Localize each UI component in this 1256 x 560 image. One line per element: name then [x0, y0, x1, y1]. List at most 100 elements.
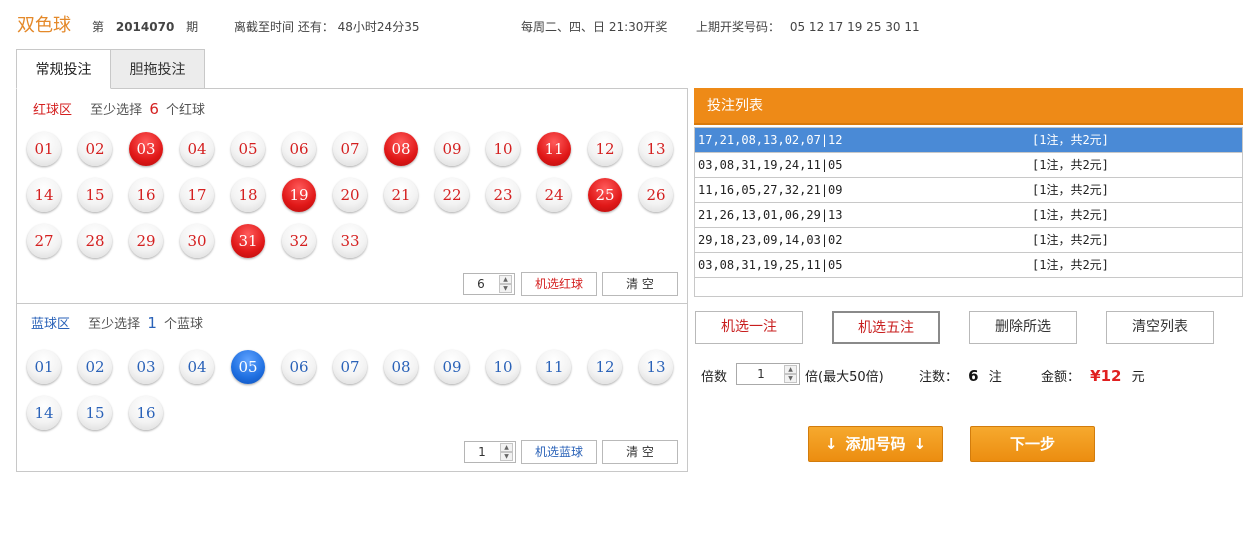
- tab-banker-bet[interactable]: 胆拖投注: [110, 49, 205, 89]
- blue-ball[interactable]: 10: [486, 350, 520, 384]
- arrow-down-icon: ↓: [913, 435, 927, 453]
- blue-ball[interactable]: 06: [282, 350, 316, 384]
- delete-selected-button[interactable]: 删除所选: [969, 311, 1077, 344]
- red-ball[interactable]: 22: [435, 178, 469, 212]
- random-five-button[interactable]: 机选五注: [832, 311, 940, 344]
- random-blue-button[interactable]: 机选蓝球: [521, 440, 597, 464]
- blue-ball[interactable]: 09: [435, 350, 469, 384]
- blue-ball[interactable]: 08: [384, 350, 418, 384]
- clear-red-button[interactable]: 清 空: [602, 272, 678, 296]
- blue-zone-min: 1: [147, 314, 157, 332]
- decrement-icon[interactable]: ▼: [784, 374, 797, 383]
- blue-zone-label: 蓝球区: [31, 317, 71, 332]
- red-ball[interactable]: 27: [27, 224, 61, 258]
- bet-numbers: 03,08,31,19,24,11|05: [698, 158, 843, 172]
- bet-list-row[interactable]: 17,21,08,13,02,07|12 [1注，共2元]: [695, 128, 1242, 153]
- red-ball[interactable]: 31: [231, 224, 265, 258]
- decrement-icon[interactable]: ▼: [499, 284, 512, 293]
- blue-ball[interactable]: 14: [27, 396, 61, 430]
- blue-ball[interactable]: 04: [180, 350, 214, 384]
- bet-count-cost: [1注，共2元]: [1032, 158, 1109, 172]
- increment-icon[interactable]: ▲: [500, 443, 513, 452]
- amount-value: ¥12: [1090, 367, 1122, 385]
- clear-blue-button[interactable]: 清 空: [602, 440, 678, 464]
- red-ball[interactable]: 17: [180, 178, 214, 212]
- red-ball[interactable]: 24: [537, 178, 571, 212]
- blue-ball[interactable]: 11: [537, 350, 571, 384]
- random-red-button[interactable]: 机选红球: [521, 272, 597, 296]
- red-ball[interactable]: 23: [486, 178, 520, 212]
- last-draw-label: 上期开奖号码：: [696, 20, 781, 34]
- bet-list-row[interactable]: 03,08,31,19,25,11|05 [1注，共2元]: [695, 253, 1242, 278]
- red-ball[interactable]: 07: [333, 132, 367, 166]
- red-ball[interactable]: 05: [231, 132, 265, 166]
- red-ball[interactable]: 03: [129, 132, 163, 166]
- red-ball[interactable]: 15: [78, 178, 112, 212]
- bet-numbers: 17,21,08,13,02,07|12: [698, 133, 843, 147]
- blue-ball[interactable]: 01: [27, 350, 61, 384]
- tab-regular-bet[interactable]: 常规投注: [16, 49, 111, 89]
- last-draw: 上期开奖号码： 05 12 17 19 25 30 11: [696, 18, 920, 35]
- red-ball[interactable]: 30: [180, 224, 214, 258]
- blue-ball[interactable]: 13: [639, 350, 673, 384]
- blue-ball[interactable]: 07: [333, 350, 367, 384]
- ball-selection-panel: 红球区 至少选择 6 个红球 01 02 03 04 05 06 07 08 09 10 11 12 1…: [16, 88, 688, 472]
- increment-icon[interactable]: ▲: [784, 365, 797, 374]
- blue-zone-hint-suffix: 个蓝球: [164, 317, 204, 332]
- red-ball[interactable]: 18: [231, 178, 265, 212]
- red-ball[interactable]: 19: [282, 178, 316, 212]
- red-ball[interactable]: 10: [486, 132, 520, 166]
- blue-ball[interactable]: 12: [588, 350, 622, 384]
- random-one-button[interactable]: 机选一注: [695, 311, 803, 344]
- red-ball[interactable]: 09: [435, 132, 469, 166]
- bet-list-header: 投注列表: [694, 88, 1243, 125]
- red-ball[interactable]: 20: [333, 178, 367, 212]
- clear-list-button[interactable]: 清空列表: [1106, 311, 1214, 344]
- red-ball[interactable]: 16: [129, 178, 163, 212]
- red-ball[interactable]: 13: [639, 132, 673, 166]
- red-ball[interactable]: 26: [639, 178, 673, 212]
- bet-count-cost: [1注，共2元]: [1032, 233, 1109, 247]
- bet-list-row[interactable]: 29,18,23,09,14,03|02 [1注，共2元]: [695, 228, 1242, 253]
- bet-count-unit: 注: [988, 370, 1002, 385]
- bet-list-row[interactable]: 21,26,13,01,06,29|13 [1注，共2元]: [695, 203, 1242, 228]
- add-numbers-button[interactable]: ↓ 添加号码 ↓: [808, 426, 943, 462]
- red-ball[interactable]: 33: [333, 224, 367, 258]
- next-step-button[interactable]: 下一步: [970, 426, 1095, 462]
- red-ball[interactable]: 29: [129, 224, 163, 258]
- red-ball[interactable]: 08: [384, 132, 418, 166]
- blue-ball[interactable]: 15: [78, 396, 112, 430]
- red-ball[interactable]: 25: [588, 178, 622, 212]
- red-ball[interactable]: 04: [180, 132, 214, 166]
- bet-list-row[interactable]: 03,08,31,19,24,11|05 [1注，共2元]: [695, 153, 1242, 178]
- multiplier-stepper[interactable]: 1 ▲ ▼: [736, 363, 800, 385]
- red-ball[interactable]: 01: [27, 132, 61, 166]
- red-ball[interactable]: 14: [27, 178, 61, 212]
- blue-ball[interactable]: 16: [129, 396, 163, 430]
- amount-label: 金额：: [1041, 370, 1081, 385]
- bet-numbers: 29,18,23,09,14,03|02: [698, 233, 843, 247]
- red-ball[interactable]: 06: [282, 132, 316, 166]
- issue-suffix: 期: [186, 20, 199, 34]
- red-count-stepper[interactable]: 6 ▲ ▼: [463, 273, 515, 295]
- total-amount: 金额： ¥12 元: [1041, 366, 1145, 385]
- increment-icon[interactable]: ▲: [499, 275, 512, 284]
- zone-divider: [17, 303, 687, 304]
- red-ball[interactable]: 21: [384, 178, 418, 212]
- blue-ball[interactable]: 02: [78, 350, 112, 384]
- issue-info: 第 2014070 期: [92, 18, 198, 35]
- red-ball[interactable]: 28: [78, 224, 112, 258]
- bet-count-value: 6: [968, 367, 979, 385]
- red-ball[interactable]: 32: [282, 224, 316, 258]
- bet-count-cost: [1注，共2元]: [1032, 183, 1109, 197]
- red-ball[interactable]: 11: [537, 132, 571, 166]
- red-ball[interactable]: 12: [588, 132, 622, 166]
- blue-ball[interactable]: 05: [231, 350, 265, 384]
- decrement-icon[interactable]: ▼: [500, 452, 513, 461]
- red-zone-hint-prefix: 至少选择: [90, 103, 143, 118]
- red-ball[interactable]: 02: [78, 132, 112, 166]
- blue-ball[interactable]: 03: [129, 350, 163, 384]
- bet-list-row[interactable]: 11,16,05,27,32,21|09 [1注，共2元]: [695, 178, 1242, 203]
- bet-numbers: 11,16,05,27,32,21|09: [698, 183, 843, 197]
- blue-count-stepper[interactable]: 1 ▲ ▼: [464, 441, 516, 463]
